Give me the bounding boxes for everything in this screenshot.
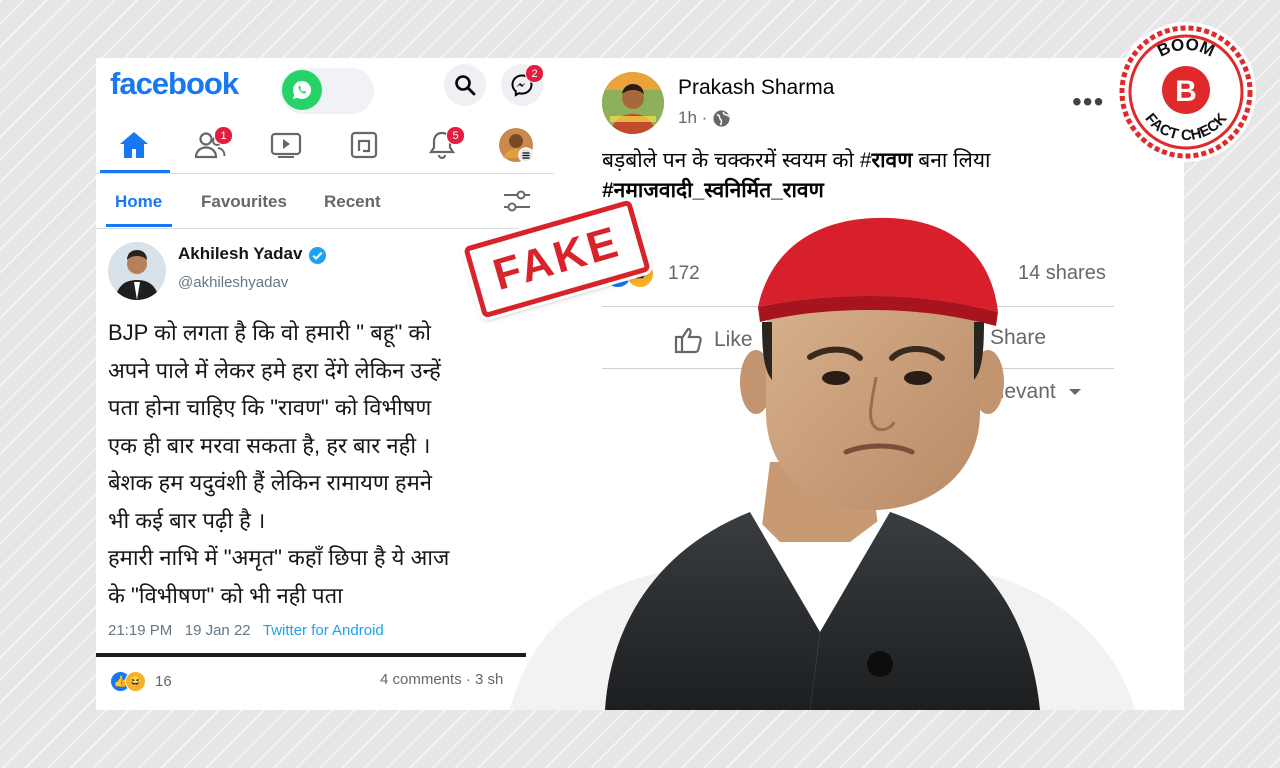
post-text: बड़बोले पन के चक्करमें स्वयम को #रावण बन… (602, 146, 1162, 206)
search-icon (455, 75, 476, 96)
post-time-text: 1h · (678, 108, 708, 127)
more-options-icon[interactable]: ••• (1072, 86, 1104, 118)
nav-watch[interactable] (268, 128, 304, 162)
tweet-bottom-rule (96, 653, 526, 657)
nav-home[interactable] (116, 128, 152, 162)
person-photo (510, 217, 1135, 710)
whatsapp-icon[interactable] (282, 70, 322, 110)
post-text-part: बड़बोले पन के चक्करमें स्वयम को # (602, 149, 872, 172)
post-line-1: बड़बोले पन के चक्करमें स्वयम को #रावण बन… (602, 146, 1162, 176)
tweet-line: BJP को लगता है कि वो हमारी " बहू" को (108, 320, 431, 345)
tab-home[interactable]: Home (115, 192, 162, 212)
tab-favourites[interactable]: Favourites (201, 192, 287, 212)
notifications-badge: 5 (446, 126, 465, 145)
tweet-time: 21:19 PM (108, 622, 173, 639)
tweet-date: 19 Jan 22 (184, 622, 251, 639)
search-button[interactable] (444, 64, 486, 106)
tweet-line: हमारी नाभि में "अमृत" कहाँ छिपा है ये आज (108, 545, 450, 570)
comment-share-summary[interactable]: 4 comments · 3 sh (380, 671, 503, 688)
tweet-author-name: Akhilesh Yadav (178, 244, 303, 263)
messenger-badge: 2 (525, 64, 544, 83)
nav-menu-avatar[interactable] (498, 128, 534, 163)
boom-letter: B (1175, 75, 1197, 108)
post-timestamp: 1h · (678, 108, 731, 128)
share-count: · 3 sh (465, 671, 504, 688)
marketplace-icon (350, 131, 378, 159)
video-icon (270, 132, 302, 158)
divider (96, 228, 554, 229)
hashtag-ravan[interactable]: रावण (872, 149, 913, 172)
nav-marketplace[interactable] (346, 128, 382, 162)
post-text-part: बना लिया (912, 149, 991, 172)
tab-recent[interactable]: Recent (324, 192, 381, 212)
tweet-meta: 21:19 PM 19 Jan 22 Twitter for Android (108, 622, 384, 639)
tweet-line: भी कई बार पढ़ी है । (108, 507, 266, 533)
tweet-avatar[interactable] (108, 242, 166, 300)
post-line-2: #नमाजवादी_स्वनिर्मित_रावण (602, 176, 1162, 206)
comment-count: 4 comments (380, 671, 462, 688)
tweet-line: एक ही बार मरवा सकता है, हर बार नही । (108, 432, 431, 458)
haha-reaction-icon: 😆 (125, 671, 146, 692)
home-icon (120, 132, 148, 158)
reaction-count: 16 (155, 673, 172, 690)
boom-fact-check-logo: BOOM FACT CHECK B (1116, 22, 1256, 162)
tweet-line: पता होना चाहिए कि "रावण" को विभीषण (108, 395, 432, 420)
tweet-line: के "विभीषण" को भी नही पता (108, 582, 343, 608)
profile-avatar-icon (499, 128, 534, 163)
tweet-line: अपने पाले में लेकर हमे हरा देंगे लेकिन उ… (108, 357, 441, 383)
tweet-handle: @akhileshyadav (178, 274, 289, 291)
tweet-line: बेशक हम यदुवंशी हैं लेकिन रामायण हमने (108, 470, 432, 495)
reaction-summary[interactable]: 👍 😆 16 (110, 671, 172, 692)
post-author-avatar[interactable] (602, 72, 664, 134)
friends-badge: 1 (214, 126, 233, 145)
facebook-logo: facebook (110, 66, 239, 101)
tweet-text: BJP को लगता है कि वो हमारी " बहू" को अपन… (108, 314, 548, 614)
tweet-source[interactable]: Twitter for Android (263, 622, 384, 639)
verified-badge-icon (308, 246, 327, 265)
globe-icon (713, 109, 730, 127)
divider (96, 173, 554, 174)
tab-active-indicator (106, 224, 172, 227)
hashtag-namajwadi[interactable]: #नमाजवादी_स्वनिर्मित_रावण (602, 179, 824, 202)
facebook-app-screenshot: facebook 2 1 5 Home Favourites Recent Ak… (96, 58, 554, 710)
post-author-name[interactable]: Prakash Sharma (678, 76, 834, 100)
